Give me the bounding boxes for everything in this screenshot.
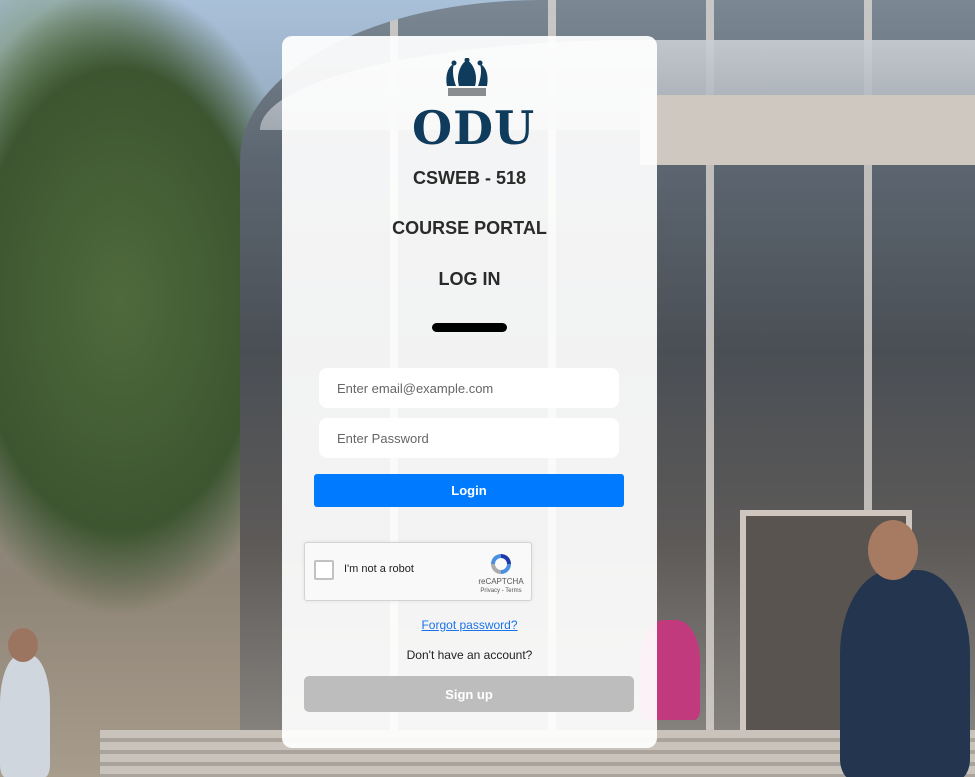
no-account-text: Don't have an account? <box>406 648 533 662</box>
crown-icon <box>446 58 488 96</box>
recaptcha-checkbox[interactable] <box>314 560 334 580</box>
email-input[interactable] <box>319 368 619 408</box>
odu-logo: ODU <box>412 58 536 155</box>
heading-divider <box>432 323 507 332</box>
student-figure <box>0 655 50 777</box>
student-head <box>8 628 38 662</box>
login-card: ODU CSWEB - 518 COURSE PORTAL LOG IN Log… <box>282 36 657 748</box>
recaptcha-terms[interactable]: Privacy - Terms <box>473 588 529 594</box>
student-figure <box>840 570 970 777</box>
signup-button[interactable]: Sign up <box>304 676 634 712</box>
password-input[interactable] <box>319 418 619 458</box>
recaptcha-widget: I'm not a robot reCAPTCHA Privacy - Term… <box>304 542 532 601</box>
recaptcha-label: I'm not a robot <box>344 563 414 575</box>
forgot-password-link[interactable]: Forgot password? <box>282 618 657 632</box>
course-code-heading: CSWEB - 518 <box>412 168 527 188</box>
recaptcha-icon <box>491 554 511 574</box>
recaptcha-brand: reCAPTCHA <box>478 577 524 586</box>
student-head <box>868 520 918 580</box>
odu-wordmark: ODU <box>412 101 536 155</box>
login-heading: LOG IN <box>438 269 501 289</box>
portal-heading: COURSE PORTAL <box>392 218 547 238</box>
entrance-ceiling <box>640 95 975 165</box>
login-button[interactable]: Login <box>314 474 624 507</box>
